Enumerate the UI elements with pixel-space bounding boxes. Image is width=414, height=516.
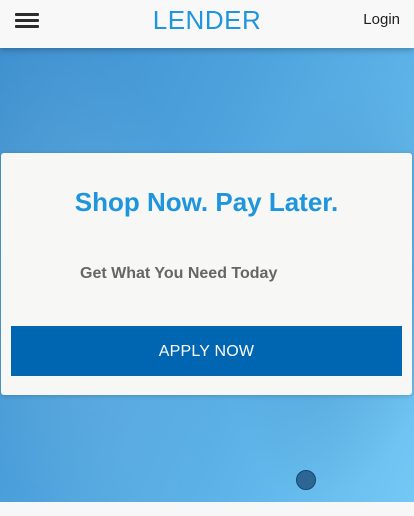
- login-link[interactable]: Login: [363, 11, 400, 29]
- promo-card: Shop Now. Pay Later. Get What You Need T…: [1, 153, 412, 395]
- page: LENDER Login Shop Now. Pay Later. Get Wh…: [0, 0, 414, 516]
- bottom-strip: [0, 502, 414, 516]
- promo-subheadline: Get What You Need Today: [80, 265, 278, 282]
- top-bar: LENDER Login: [0, 0, 414, 48]
- apply-now-button[interactable]: APPLY NOW: [11, 326, 402, 376]
- brand-logo[interactable]: LENDER: [0, 5, 414, 35]
- carousel-dot[interactable]: [296, 470, 316, 490]
- promo-headline: Shop Now. Pay Later.: [74, 187, 339, 217]
